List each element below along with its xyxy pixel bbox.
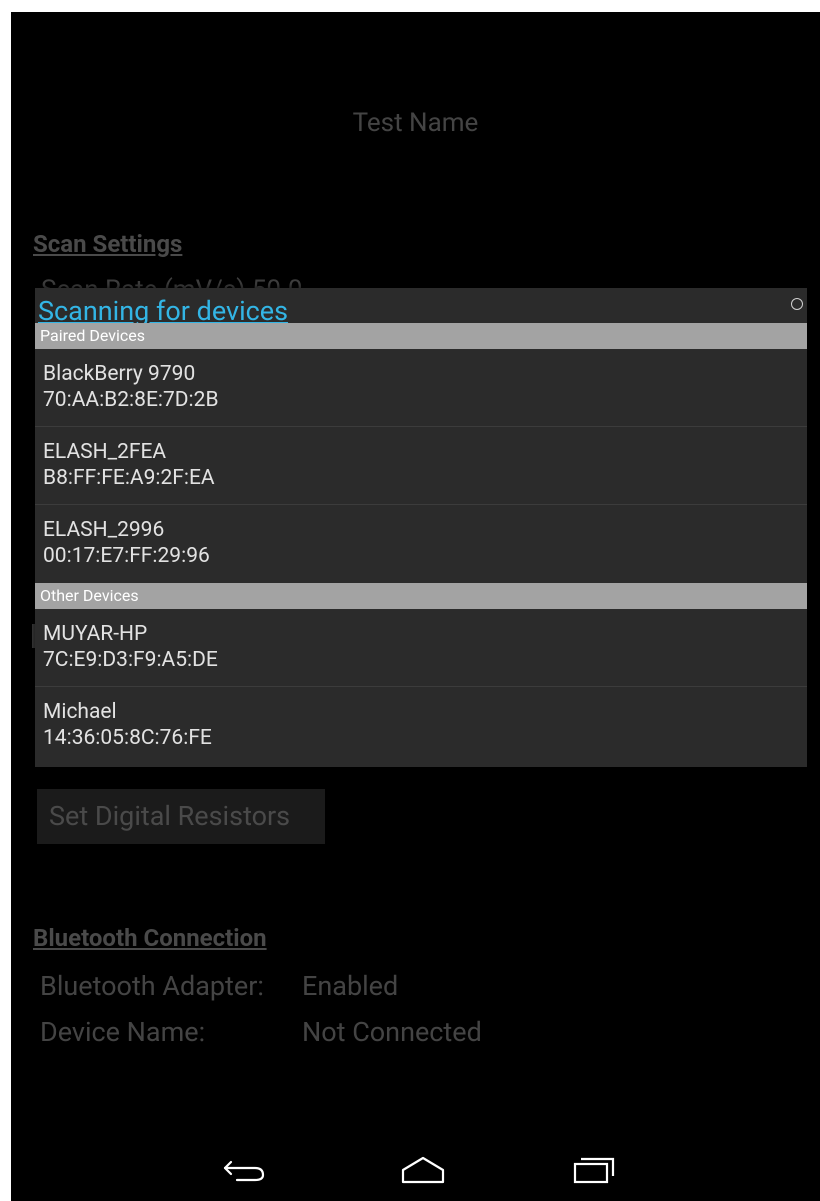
app-screen: Test Name Scan Settings Scan Rate (mV/s)…: [11, 12, 820, 1201]
device-item[interactable]: ELASH_2FEA B8:FF:FE:A9:2F:EA: [35, 427, 807, 505]
navigation-bar: [11, 1138, 820, 1201]
other-devices-header: Other Devices: [35, 583, 807, 609]
scan-settings-heading: Scan Settings: [33, 230, 183, 258]
device-item[interactable]: BlackBerry 9790 70:AA:B2:8E:7D:2B: [35, 349, 807, 427]
device-item[interactable]: MUYAR-HP 7C:E9:D3:F9:A5:DE: [35, 609, 807, 687]
bluetooth-adapter-value: Enabled: [302, 970, 399, 1002]
bluetooth-adapter-row: Bluetooth Adapter: Enabled: [40, 970, 398, 1002]
recent-apps-icon: [573, 1157, 615, 1184]
set-digital-resistors-button[interactable]: Set Digital Resistors: [37, 789, 325, 844]
progress-spinner-icon: [791, 298, 803, 310]
bluetooth-adapter-label: Bluetooth Adapter:: [40, 970, 264, 1002]
device-name-label: Device Name:: [40, 1016, 206, 1048]
device-name-value: Not Connected: [302, 1016, 482, 1048]
device-address: 7C:E9:D3:F9:A5:DE: [43, 648, 218, 672]
recent-apps-button[interactable]: [567, 1148, 627, 1188]
device-name: MUYAR-HP: [43, 622, 148, 646]
device-item[interactable]: ELASH_2996 00:17:E7:FF:29:96: [35, 505, 807, 583]
device-address: 00:17:E7:FF:29:96: [43, 544, 210, 568]
paired-devices-header: Paired Devices: [35, 323, 807, 349]
device-item[interactable]: Michael 14:36:05:8C:76:FE: [35, 687, 807, 765]
device-name: ELASH_2996: [43, 518, 165, 542]
device-scan-dialog: Scanning for devices Paired Devices Blac…: [35, 288, 807, 767]
back-button[interactable]: [217, 1148, 277, 1188]
device-address: 70:AA:B2:8E:7D:2B: [43, 388, 219, 412]
device-name: ELASH_2FEA: [43, 440, 167, 464]
device-name: Michael: [43, 700, 117, 724]
bluetooth-connection-heading: Bluetooth Connection: [33, 924, 267, 952]
device-address: 14:36:05:8C:76:FE: [43, 726, 212, 750]
device-name: BlackBerry 9790: [43, 362, 196, 386]
device-address: B8:FF:FE:A9:2F:EA: [43, 466, 215, 490]
home-icon: [401, 1156, 445, 1184]
back-icon: [223, 1160, 265, 1182]
device-name-row: Device Name: Not Connected: [40, 1016, 482, 1048]
test-name-title: Test Name: [352, 108, 479, 138]
home-button[interactable]: [395, 1148, 455, 1188]
